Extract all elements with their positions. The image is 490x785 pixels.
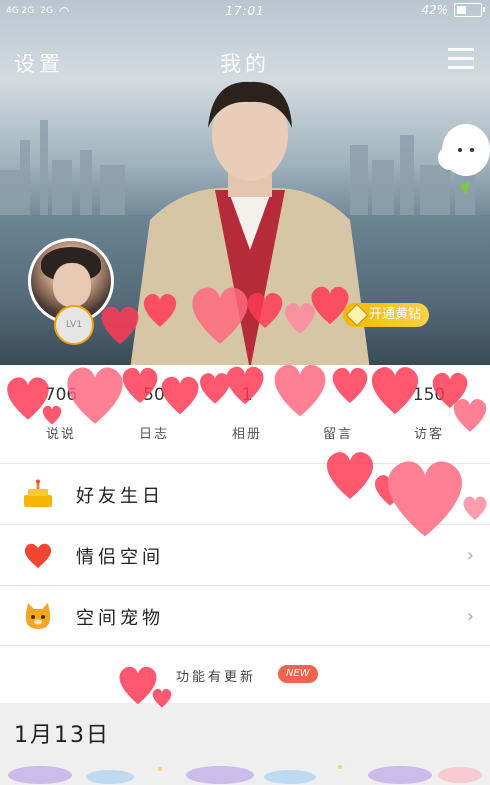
profile-cover[interactable]: 4G 2G 2G ◠ 17:01 42% 设置 我的 LV1 开通黄钻 (0, 0, 490, 365)
pet-cat-icon (25, 603, 51, 629)
list-item-friend-birthday[interactable]: 好友生日 (0, 463, 490, 524)
diamond-icon (345, 303, 369, 327)
date-label: 1月13日 (14, 723, 110, 748)
stat-posts-count: 706 (44, 385, 78, 405)
stat-blog-label: 日志 (138, 427, 169, 442)
stat-blog[interactable]: 50 日志 (105, 385, 203, 442)
list-item-label: 情侣空间 (76, 547, 164, 568)
chevron-right-icon: › (466, 606, 474, 627)
feature-list: 好友生日 情侣空间 › 空间宠物 › (0, 463, 490, 646)
hamburger-menu-icon[interactable] (448, 48, 474, 70)
feature-update-text: 功能有更新 (176, 670, 257, 685)
cake-icon (24, 479, 52, 507)
chevron-right-icon: › (466, 545, 474, 566)
battery-percent: 42% (421, 3, 448, 17)
heart-icon (24, 543, 52, 568)
cover-person-photo (130, 81, 370, 365)
stat-blog-count: 50 (143, 385, 165, 405)
cloud-border-decoration (8, 765, 482, 784)
stat-messages-label: 留言 (322, 427, 353, 442)
list-item-couple-space[interactable]: 情侣空间 › (0, 524, 490, 585)
battery-icon (454, 3, 485, 17)
top-navigation: 设置 我的 (0, 44, 490, 80)
page-title: 我的 (220, 52, 270, 76)
open-yellow-diamond-button[interactable]: 开通黄钻 (343, 303, 430, 327)
date-section: 1月13日 (0, 703, 490, 785)
stat-album-label: 相册 (231, 427, 262, 442)
list-item-label: 空间宠物 (76, 608, 164, 629)
list-item-space-pet[interactable]: 空间宠物 › (0, 585, 490, 646)
open-yellow-diamond-label: 开通黄钻 (369, 307, 422, 322)
stats-bar: 706 说说 50 日志 1 相册 留言 150 访客 (0, 365, 490, 463)
list-item-label: 好友生日 (76, 486, 164, 507)
stat-messages[interactable]: 留言 (289, 385, 387, 442)
stat-messages-count (289, 385, 387, 407)
stat-album-count: 1 (241, 385, 253, 405)
stat-posts-label: 说说 (45, 427, 76, 442)
stat-visitors[interactable]: 150 访客 (380, 385, 478, 442)
stat-album[interactable]: 1 相册 (198, 385, 296, 442)
feature-update-row[interactable]: 功能有更新 NEW (0, 645, 490, 704)
stat-visitors-label: 访客 (413, 427, 444, 442)
new-badge: NEW (278, 665, 318, 683)
status-bar: 4G 2G 2G ◠ 17:01 42% (0, 0, 490, 24)
status-time: 17:01 (225, 4, 265, 18)
cloud-decoration-icon (438, 124, 490, 195)
stat-visitors-count: 150 (412, 385, 446, 405)
stat-posts[interactable]: 706 说说 (12, 385, 110, 442)
level-badge[interactable]: LV1 (54, 305, 94, 345)
